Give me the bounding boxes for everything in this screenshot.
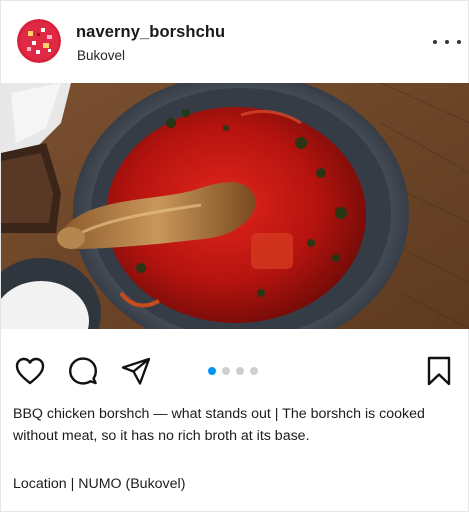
heart-icon <box>15 357 45 385</box>
comment-icon <box>69 357 97 385</box>
post-location[interactable]: Bukovel <box>77 48 125 63</box>
post-image[interactable] <box>1 83 469 329</box>
more-horizontal-icon <box>445 40 449 44</box>
borshch-photo <box>1 83 469 329</box>
carousel-dot <box>222 367 230 375</box>
post-header: naverny_borshchu Bukovel <box>1 1 469 83</box>
avatar[interactable] <box>17 19 61 63</box>
carousel-dot-active <box>208 367 216 375</box>
comment-button[interactable] <box>65 353 101 389</box>
save-button[interactable] <box>421 353 457 389</box>
avatar-logo-icon <box>17 19 61 63</box>
more-horizontal-icon <box>433 40 437 44</box>
share-button[interactable] <box>118 353 154 389</box>
caption-location-line: Location | NUMO (Bukovel) <box>13 476 186 492</box>
more-horizontal-icon <box>457 40 461 44</box>
send-icon <box>121 357 151 385</box>
carousel-indicator <box>208 367 258 377</box>
post-card: naverny_borshchu Bukovel BBQ chicken bor… <box>0 0 469 512</box>
username[interactable]: naverny_borshchu <box>76 23 225 42</box>
like-button[interactable] <box>12 353 48 389</box>
carousel-dot <box>250 367 258 375</box>
carousel-dot <box>236 367 244 375</box>
post-caption: BBQ chicken borshch — what stands out | … <box>13 406 425 444</box>
bookmark-icon <box>427 356 451 386</box>
more-options-button[interactable] <box>433 31 461 53</box>
